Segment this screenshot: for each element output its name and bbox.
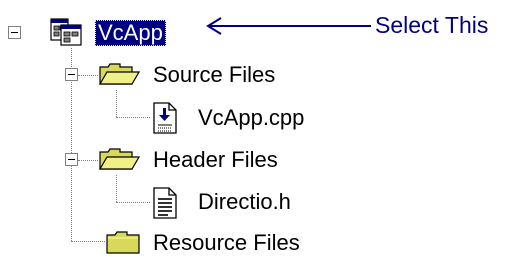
tree-item-label[interactable]: VcApp.cpp	[198, 105, 304, 131]
folder-open-icon	[98, 62, 140, 88]
folder-open-icon	[98, 147, 140, 173]
tree-item-label[interactable]: VcApp	[95, 20, 166, 46]
project-tree: VcApp Select This Source Files VcApp.cpp…	[0, 0, 520, 257]
source-file-icon	[150, 102, 180, 134]
header-file-icon	[150, 187, 180, 219]
tree-line	[116, 117, 150, 118]
tree-line	[78, 75, 98, 76]
select-this-callout: Select This	[205, 12, 488, 39]
arrow-left-icon	[206, 16, 371, 35]
collapse-toggle-vcapp[interactable]	[8, 26, 21, 39]
tree-item-label[interactable]: Resource Files	[153, 230, 300, 256]
collapse-toggle-source-files[interactable]	[65, 68, 78, 81]
tree-item-label[interactable]: Directio.h	[198, 189, 291, 215]
tree-line	[71, 241, 105, 242]
tree-item-label[interactable]: Header Files	[153, 147, 278, 173]
folder-closed-icon	[105, 230, 143, 254]
tree-line	[78, 160, 98, 161]
annotation-text: Select This	[375, 12, 489, 38]
tree-item-label[interactable]: Source Files	[153, 62, 275, 88]
tree-line	[116, 90, 117, 117]
tree-line	[116, 202, 150, 203]
collapse-toggle-header-files[interactable]	[65, 153, 78, 166]
tree-line	[116, 175, 117, 202]
workspace-icon	[50, 18, 82, 46]
